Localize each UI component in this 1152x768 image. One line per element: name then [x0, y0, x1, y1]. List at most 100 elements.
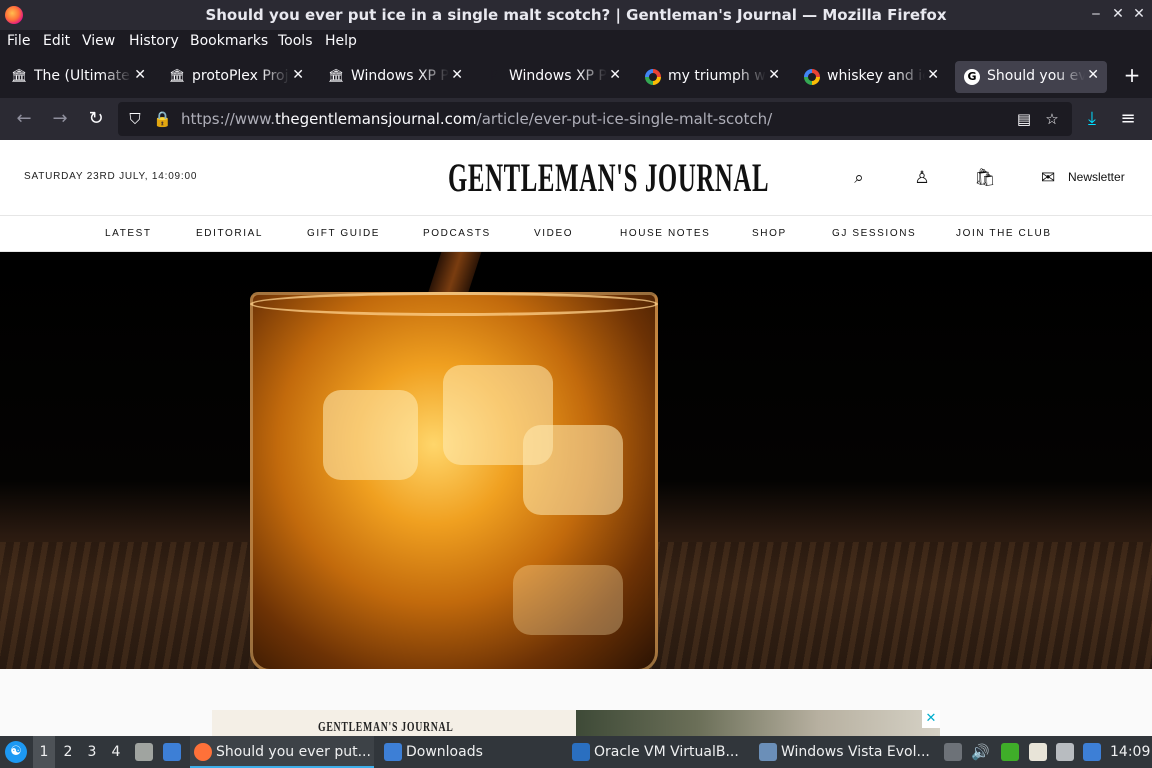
whisky-glass — [250, 292, 658, 669]
tab[interactable]: whiskey and ice ✕ — [795, 61, 947, 93]
desktop-3[interactable]: 3 — [81, 736, 103, 768]
hero-image — [0, 252, 1152, 669]
lock-icon[interactable]: 🔒 — [153, 110, 172, 128]
downloads-icon[interactable]: ⤓ — [1080, 107, 1104, 131]
start-menu-icon[interactable]: ☯ — [5, 741, 27, 763]
back-icon[interactable]: ← — [12, 107, 36, 131]
desktop-2[interactable]: 2 — [57, 736, 79, 768]
header-date: SATURDAY 23RD JULY, 14:09:00 — [24, 171, 198, 182]
task-label: Windows Vista Evol... — [781, 744, 930, 760]
url-bar[interactable]: ⛉ 🔒 https://www.thegentlemansjournal.com… — [118, 102, 1072, 136]
nav-join-the-club[interactable]: JOIN THE CLUB — [956, 228, 1052, 239]
menu-tools[interactable]: Tools — [278, 33, 313, 49]
vm-window-icon — [759, 743, 777, 761]
search-icon[interactable]: ⌕ — [849, 168, 869, 188]
newsletter-link[interactable]: Newsletter — [1068, 170, 1125, 184]
mail-icon[interactable]: ✉ — [1038, 168, 1058, 188]
menu-view[interactable]: View — [82, 33, 115, 49]
task-label: Should you ever put... — [216, 744, 371, 760]
reader-view-icon[interactable]: ▤ — [1015, 110, 1033, 128]
volume-icon[interactable]: 🔊 — [971, 743, 990, 761]
archive-icon: 🏛 — [11, 69, 28, 84]
ice-cube — [513, 565, 623, 635]
task-label: Downloads — [406, 744, 483, 760]
menu-history[interactable]: History — [129, 33, 179, 49]
nav-gj-sessions[interactable]: GJ SESSIONS — [832, 228, 916, 239]
task-label: Oracle VM VirtualB... — [594, 744, 739, 760]
close-tab-icon[interactable]: ✕ — [451, 67, 463, 83]
shield-icon[interactable]: ⛉ — [126, 110, 144, 128]
ad-image[interactable] — [576, 710, 940, 736]
menu-bookmarks[interactable]: Bookmarks — [190, 33, 268, 49]
title-bar: Should you ever put ice in a single malt… — [0, 0, 1152, 30]
network-icon[interactable] — [1056, 743, 1074, 761]
tab-active[interactable]: G Should you ever put ice ✕ — [955, 61, 1107, 93]
maximize-button[interactable]: ✕ — [1109, 6, 1127, 22]
bookmark-star-icon[interactable]: ☆ — [1043, 110, 1061, 128]
desktop-1[interactable]: 1 — [33, 736, 55, 768]
new-tab-icon[interactable]: + — [1120, 63, 1144, 91]
tab-bar: 🏛 The (Ultimate?) Windows XP ✕ 🏛 protoPl… — [0, 56, 1152, 98]
tab-label: protoPlex Project — [192, 68, 290, 84]
nav-bar: ← → ↻ ⛉ 🔒 https://www.thegentlemansjourn… — [0, 98, 1152, 140]
close-button[interactable]: ✕ — [1130, 6, 1148, 22]
close-tab-icon[interactable]: ✕ — [134, 67, 146, 83]
archive-icon: 🏛 — [328, 69, 345, 84]
notes-icon[interactable] — [1029, 743, 1047, 761]
menu-file[interactable]: File — [7, 33, 30, 49]
cart-icon[interactable]: 🛍 — [974, 168, 996, 188]
tab[interactable]: 🏛 The (Ultimate?) Windows XP ✕ — [2, 61, 154, 93]
nav-editorial[interactable]: EDITORIAL — [196, 228, 263, 239]
account-icon[interactable]: ♙ — [912, 168, 932, 188]
menu-icon[interactable]: ≡ — [1116, 107, 1140, 131]
url-domain: thegentlemansjournal.com — [274, 110, 477, 128]
menu-help[interactable]: Help — [325, 33, 357, 49]
menu-edit[interactable]: Edit — [43, 33, 70, 49]
site-logo[interactable]: GENTLEMAN'S JOURNAL — [448, 154, 769, 201]
show-desktop-icon[interactable] — [163, 743, 181, 761]
task-downloads[interactable]: Downloads — [380, 736, 564, 768]
close-tab-icon[interactable]: ✕ — [292, 67, 304, 83]
tab[interactable]: 🏛 Windows XP Professional ✕ — [319, 61, 471, 93]
tab[interactable]: 🏛 protoPlex Project ✕ — [160, 61, 312, 93]
nav-podcasts[interactable]: PODCASTS — [423, 228, 491, 239]
file-manager-icon[interactable] — [135, 743, 153, 761]
tab-label: Should you ever put ice — [987, 68, 1085, 84]
notification-icon[interactable] — [1083, 743, 1101, 761]
nav-house-notes[interactable]: HOUSE NOTES — [620, 228, 710, 239]
tab[interactable]: my triumph with ice ✕ — [636, 61, 788, 93]
nav-video[interactable]: VIDEO — [534, 228, 573, 239]
nav-latest[interactable]: LATEST — [105, 228, 152, 239]
g-app-icon[interactable] — [1001, 743, 1019, 761]
tab-label: Windows XP Professional — [351, 68, 449, 84]
archive-icon: 🏛 — [169, 69, 186, 84]
reload-icon[interactable]: ↻ — [84, 107, 108, 131]
task-firefox[interactable]: Should you ever put... — [190, 736, 374, 768]
clipboard-icon[interactable] — [944, 743, 962, 761]
ad-text: GENTLEMAN'S JOURNAL — [318, 720, 454, 735]
close-tab-icon[interactable]: ✕ — [768, 67, 780, 83]
minimize-button[interactable]: ‒ — [1087, 6, 1105, 22]
close-tab-icon[interactable]: ✕ — [1087, 67, 1099, 83]
nav-shop[interactable]: SHOP — [752, 228, 787, 239]
url-text[interactable]: https://www.thegentlemansjournal.com/art… — [181, 110, 772, 128]
ice-cube — [523, 425, 623, 515]
url-path: /article/ever-put-ice-single-malt-scotch… — [476, 110, 773, 128]
tab[interactable]: P Windows XP Pro ✕ — [477, 61, 629, 93]
ad-close-icon[interactable]: ✕ — [922, 710, 940, 728]
desktop-4[interactable]: 4 — [105, 736, 127, 768]
ad-banner[interactable]: GENTLEMAN'S JOURNAL — [212, 710, 576, 736]
tab-label: whiskey and ice — [827, 68, 925, 84]
tab-label: The (Ultimate?) Windows XP — [34, 68, 132, 84]
task-vista-vm[interactable]: Windows Vista Evol... — [755, 736, 939, 768]
clock[interactable]: 14:09 — [1110, 736, 1150, 768]
close-tab-icon[interactable]: ✕ — [927, 67, 939, 83]
close-tab-icon[interactable]: ✕ — [609, 67, 621, 83]
google-icon — [645, 69, 661, 85]
folder-icon — [384, 743, 402, 761]
window-title: Should you ever put ice in a single malt… — [205, 6, 947, 24]
firefox-window: Should you ever put ice in a single malt… — [0, 0, 1152, 768]
nav-gift-guide[interactable]: GIFT GUIDE — [307, 228, 380, 239]
forward-icon[interactable]: → — [48, 107, 72, 131]
task-virtualbox[interactable]: Oracle VM VirtualB... — [568, 736, 752, 768]
